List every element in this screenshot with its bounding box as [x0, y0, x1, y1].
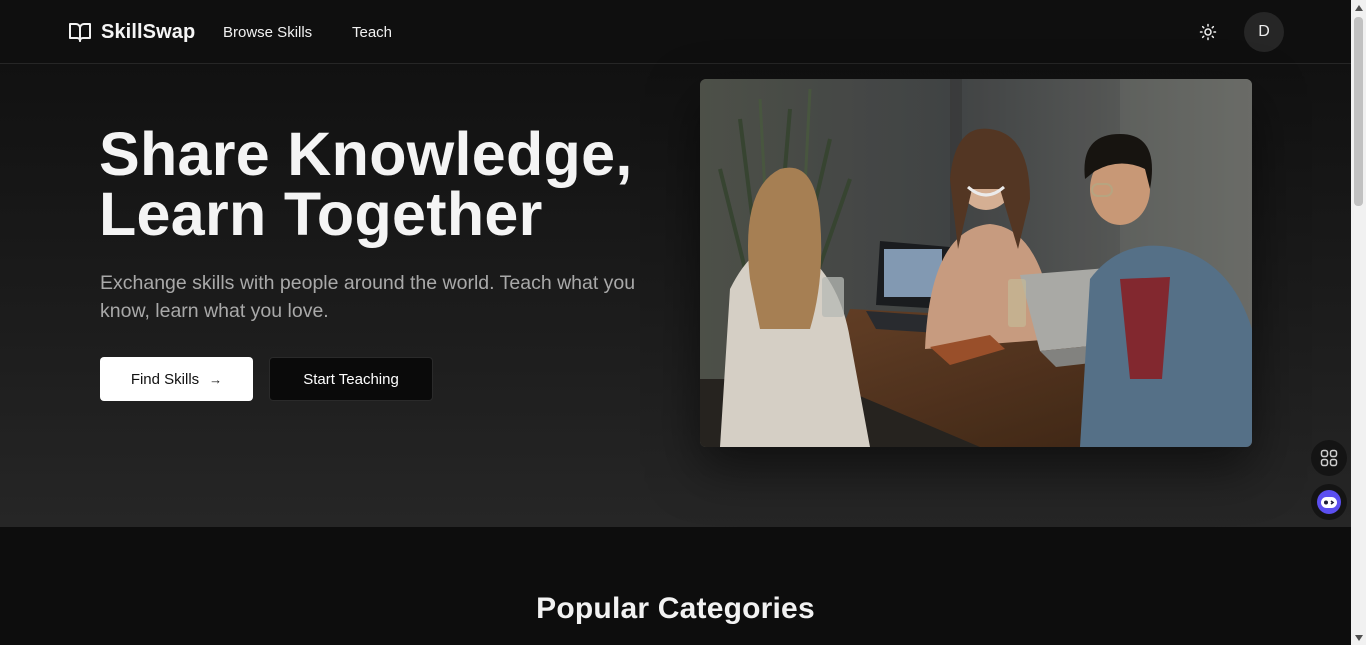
arrow-right-icon: →: [209, 371, 223, 387]
page: SkillSwap Browse Skills Teach D Share Kn…: [0, 0, 1351, 645]
scrollbar-thumb[interactable]: [1354, 17, 1363, 206]
hero-section: Share Knowledge, Learn Together Exchange…: [0, 64, 1351, 527]
find-skills-button[interactable]: Find Skills →: [100, 357, 253, 401]
open-book-icon: [69, 23, 91, 42]
nav-teach[interactable]: Teach: [352, 24, 392, 41]
sun-icon: [1199, 23, 1217, 41]
robot-assistant-icon: [1317, 490, 1341, 514]
find-skills-label: Find Skills: [130, 370, 200, 388]
grid-apps-icon: [1320, 449, 1338, 467]
apps-floating-button[interactable]: [1311, 440, 1347, 476]
hero-title: Share Knowledge, Learn Together: [99, 120, 633, 248]
nav-browse-skills[interactable]: Browse Skills: [223, 24, 312, 41]
user-avatar[interactable]: D: [1244, 12, 1284, 52]
people-at-table-photo: [700, 79, 1252, 447]
brand-logo[interactable]: SkillSwap: [68, 19, 195, 45]
hero-subtitle: Exchange skills with people around the w…: [100, 272, 636, 322]
assistant-floating-button[interactable]: [1311, 484, 1347, 520]
hero-image: [700, 79, 1252, 447]
scroll-up-arrow-icon[interactable]: [1351, 0, 1366, 15]
hero-title-line-2: Learn Together: [99, 180, 543, 248]
theme-toggle-button[interactable]: [1192, 16, 1224, 48]
brand-name: SkillSwap: [101, 20, 196, 43]
top-navigation-bar: SkillSwap Browse Skills Teach D: [0, 0, 1351, 64]
hero-title-line-1: Share Knowledge,: [99, 120, 633, 188]
popular-categories-section: Popular Categories: [0, 527, 1351, 645]
scroll-down-arrow-icon[interactable]: [1351, 630, 1366, 645]
vertical-scrollbar[interactable]: [1351, 0, 1366, 645]
start-teaching-button[interactable]: Start Teaching: [269, 357, 433, 401]
popular-categories-title: Popular Categories: [536, 592, 815, 625]
